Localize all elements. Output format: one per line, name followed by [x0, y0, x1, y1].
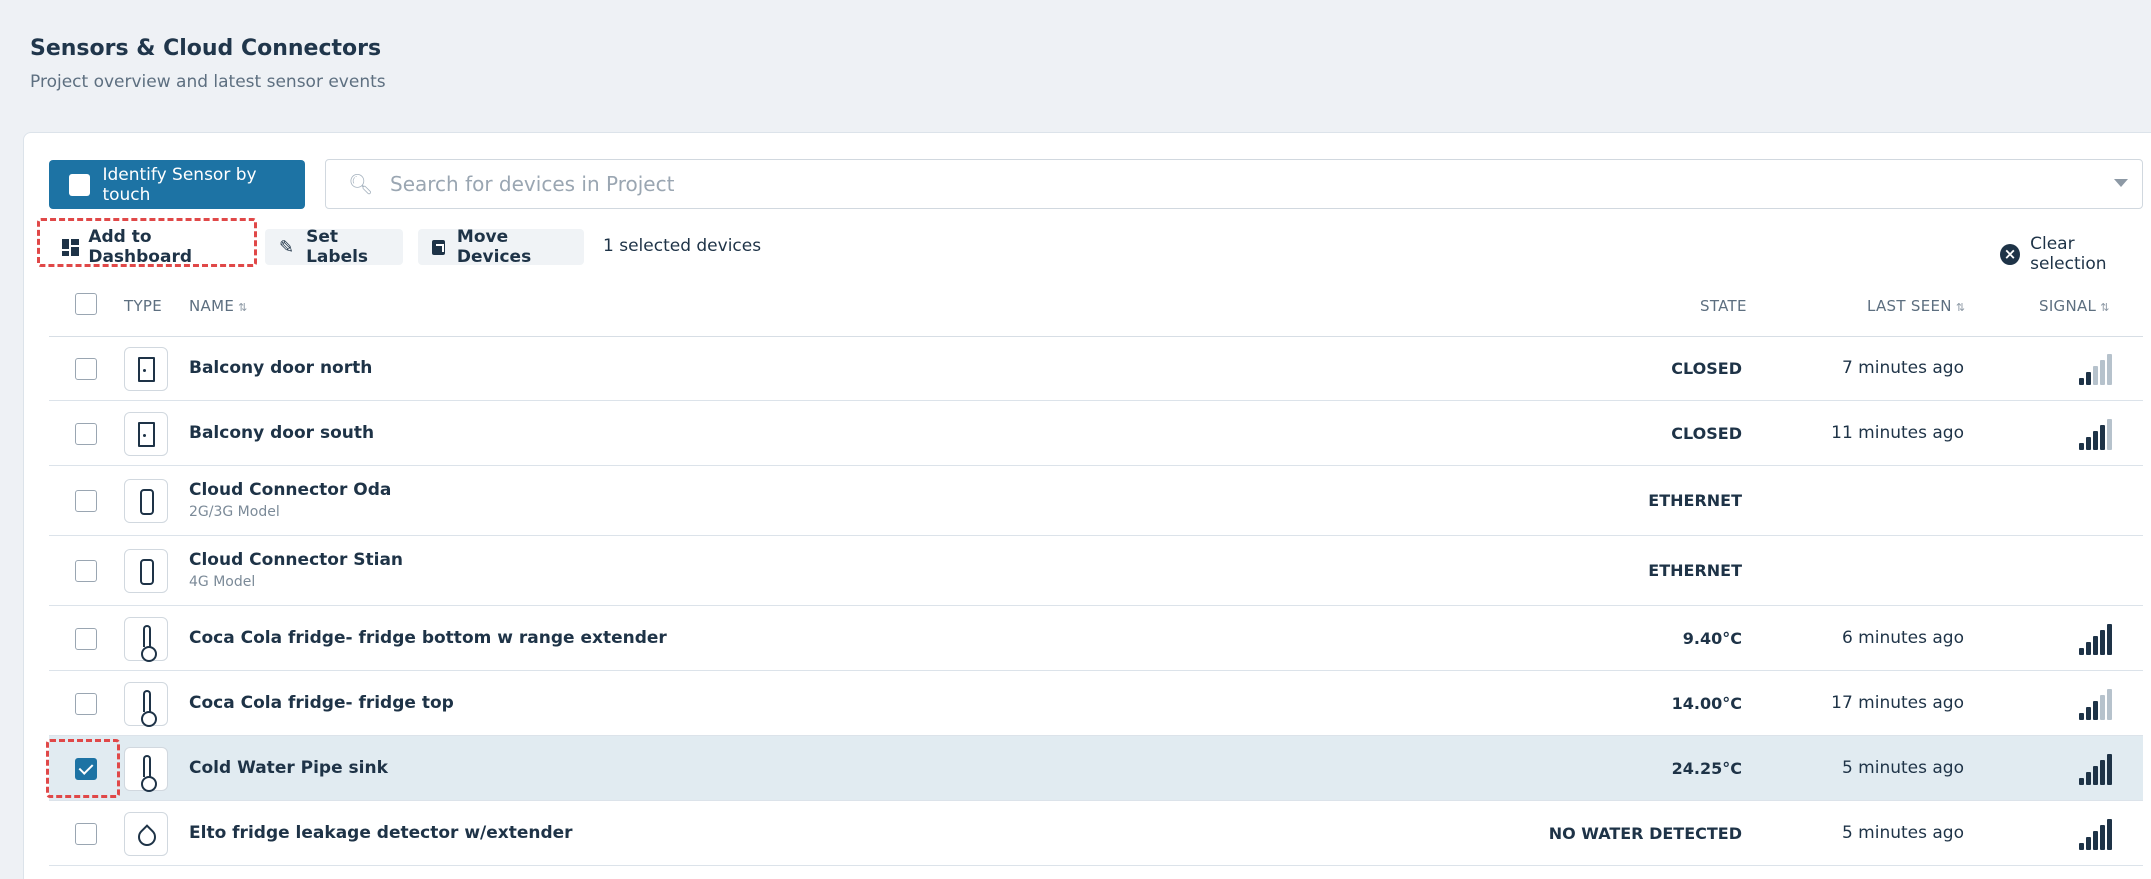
device-model: 2G/3G Model	[189, 504, 280, 520]
device-type-badge	[124, 411, 168, 456]
clear-selection-button[interactable]: × Clear selection	[2000, 234, 2151, 274]
device-name[interactable]: Cold Water Pipe sink	[189, 758, 388, 778]
row-checkbox[interactable]	[75, 358, 97, 380]
touch-icon	[69, 173, 91, 196]
page-title: Sensors & Cloud Connectors	[30, 36, 382, 61]
last-seen: 5 minutes ago	[1841, 757, 1964, 778]
door-icon	[138, 357, 155, 382]
signal-strength-icon	[2079, 353, 2115, 385]
pencil-icon: ✎	[279, 236, 295, 258]
row-checkbox[interactable]	[75, 692, 97, 715]
device-name[interactable]: Coca Cola fridge- fridge top	[189, 693, 454, 713]
device-name[interactable]: Coca Cola fridge- fridge bottom w range …	[189, 628, 667, 648]
table-row[interactable]: Cold Water Pipe sink 24.25°C 5 minutes ago	[49, 736, 2143, 801]
cloud-connector-icon	[140, 559, 154, 585]
signal-strength-icon	[2079, 818, 2115, 850]
device-type-badge	[124, 681, 168, 727]
row-checkbox[interactable]	[75, 490, 97, 512]
close-icon: ×	[2000, 243, 2021, 265]
table-row[interactable]: Coca Cola fridge- fridge top 14.00°C 17 mi…	[49, 671, 2143, 736]
sort-icon: ⇅	[2100, 301, 2110, 314]
water-drop-icon	[134, 823, 160, 850]
signal-strength-icon	[2079, 623, 2115, 655]
signal-strength-icon	[2079, 753, 2115, 785]
device-name[interactable]: Balcony door south	[189, 423, 374, 443]
set-labels-label: Set Labels	[306, 227, 369, 267]
column-signal[interactable]: SIGNAL ⇅	[2039, 297, 2110, 315]
door-icon	[138, 421, 155, 447]
row-checkbox[interactable]	[75, 422, 97, 445]
device-name[interactable]: Elto fridge leakage detector w/extender	[189, 823, 573, 843]
device-state: 14.00°C	[1671, 693, 1742, 713]
highlight-row-checkbox	[46, 739, 120, 798]
thermometer-icon	[141, 754, 157, 792]
device-type-badge	[124, 479, 168, 523]
device-state: CLOSED	[1671, 423, 1742, 443]
table-row[interactable]: Balcony door north CLOSED 7 minutes ago	[49, 337, 2143, 401]
move-devices-label: Move Devices	[456, 227, 532, 267]
column-name[interactable]: NAME ⇅	[189, 297, 248, 315]
page-subtitle: Project overview and latest sensor event…	[30, 72, 386, 92]
column-last-seen-label: LAST SEEN	[1867, 297, 1952, 315]
search-input[interactable]	[390, 172, 1990, 196]
last-seen: 7 minutes ago	[1841, 358, 1964, 378]
column-name-label: NAME	[189, 297, 235, 315]
device-type-badge	[124, 347, 168, 391]
move-devices-button[interactable]: Move Devices	[418, 227, 584, 267]
device-state: NO WATER DETECTED	[1548, 823, 1742, 843]
device-state: ETHERNET	[1648, 561, 1742, 580]
identify-sensor-label: Identify Sensor by touch	[102, 164, 257, 205]
signal-strength-icon	[2079, 418, 2115, 450]
table-row[interactable]: Cloud Connector Stian 4G Model ETHERNET	[49, 536, 2143, 606]
device-type-badge	[124, 746, 168, 792]
last-seen: 11 minutes ago	[1831, 422, 1964, 443]
identify-sensor-button[interactable]: Identify Sensor by touch	[49, 160, 305, 209]
column-signal-label: SIGNAL	[2039, 297, 2097, 315]
last-seen: 17 minutes ago	[1831, 692, 1964, 713]
device-name[interactable]: Balcony door north	[189, 358, 372, 378]
device-name[interactable]: Cloud Connector Oda	[189, 480, 391, 500]
cloud-connector-icon	[140, 489, 154, 515]
last-seen: 5 minutes ago	[1841, 822, 1964, 843]
column-type: TYPE	[124, 297, 163, 315]
column-last-seen[interactable]: LAST SEEN ⇅	[1867, 297, 1965, 315]
set-labels-button[interactable]: ✎ Set Labels	[265, 227, 403, 267]
device-state: CLOSED	[1671, 359, 1742, 378]
device-model: 4G Model	[189, 574, 256, 590]
search-icon: 🔍︎	[348, 172, 374, 196]
device-state: ETHERNET	[1648, 491, 1742, 510]
row-checkbox[interactable]	[75, 627, 97, 650]
table-header: TYPE NAME ⇅ STATE LAST SEEN ⇅ SIGNAL ⇅	[49, 290, 2143, 336]
thermometer-icon	[141, 689, 157, 727]
row-checkbox[interactable]	[75, 822, 97, 845]
table-row[interactable]: Coca Cola fridge- fridge bottom w range …	[49, 606, 2143, 671]
row-checkbox[interactable]	[75, 560, 97, 582]
move-icon	[432, 239, 445, 255]
table-row[interactable]: Elto fridge leakage detector w/extender N…	[49, 801, 2143, 866]
device-search[interactable]: 🔍︎	[325, 159, 2143, 209]
device-type-badge	[124, 616, 168, 662]
table-row[interactable]: Balcony door south CLOSED 11 minutes ago	[49, 401, 2143, 466]
chevron-down-icon[interactable]	[2114, 179, 2128, 187]
sort-icon: ⇅	[1955, 301, 1966, 314]
device-state: 9.40°C	[1682, 628, 1742, 648]
device-name[interactable]: Cloud Connector Stian	[189, 550, 403, 570]
signal-strength-icon	[2079, 688, 2115, 720]
device-type-badge	[124, 549, 168, 593]
device-type-badge	[124, 811, 168, 856]
device-state: 24.25°C	[1671, 758, 1742, 778]
selected-count: 1 selected devices	[603, 236, 762, 256]
clear-selection-label: Clear selection	[2030, 234, 2107, 274]
thermometer-icon	[141, 624, 157, 662]
sort-icon: ⇅	[238, 301, 248, 314]
column-state: STATE	[1700, 297, 1747, 315]
table-row[interactable]: Cloud Connector Oda 2G/3G Model ETHERNET	[49, 466, 2143, 536]
select-all-checkbox[interactable]	[75, 293, 97, 315]
last-seen: 6 minutes ago	[1841, 627, 1964, 648]
highlight-add-to-dashboard	[37, 218, 257, 267]
